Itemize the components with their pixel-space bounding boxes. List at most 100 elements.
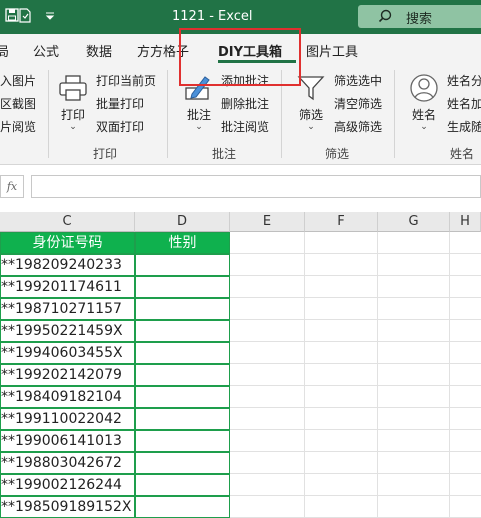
cell[interactable] xyxy=(230,408,305,430)
cell[interactable] xyxy=(230,254,305,276)
print-button[interactable]: 打印 ⌄ xyxy=(54,70,92,134)
cell-gender[interactable] xyxy=(135,496,230,518)
cell[interactable] xyxy=(450,430,481,452)
cell-gender[interactable] xyxy=(135,342,230,364)
cell-id-number[interactable]: **199002126244 xyxy=(0,474,135,496)
tab-data[interactable]: 数据 xyxy=(86,41,112,60)
cell-id-number[interactable]: **19950221459X xyxy=(0,320,135,342)
cell[interactable] xyxy=(450,276,481,298)
picture-view-button[interactable]: 片阅览 xyxy=(0,118,36,135)
cell[interactable] xyxy=(450,408,481,430)
print-current-page-button[interactable]: 打印当前页 xyxy=(96,72,156,89)
cell-id-number[interactable]: **198803042672 xyxy=(0,452,135,474)
cell-gender[interactable] xyxy=(135,364,230,386)
cell[interactable] xyxy=(450,364,481,386)
formula-input[interactable] xyxy=(31,175,481,198)
cell-id-number[interactable]: **198209240233 xyxy=(0,254,135,276)
tab-formulas[interactable]: 公式 xyxy=(33,41,59,60)
cell[interactable] xyxy=(378,496,450,518)
column-header-d[interactable]: D xyxy=(135,212,230,232)
cell[interactable] xyxy=(450,474,481,496)
region-screenshot-button[interactable]: 区截图 xyxy=(0,95,36,112)
cell[interactable] xyxy=(305,320,378,342)
cell-id-number[interactable]: **198710271157 xyxy=(0,298,135,320)
cell[interactable] xyxy=(450,298,481,320)
cell[interactable] xyxy=(230,452,305,474)
advanced-filter-button[interactable]: 高级筛选 xyxy=(334,118,382,135)
cell[interactable] xyxy=(378,386,450,408)
cell[interactable] xyxy=(230,276,305,298)
cell[interactable] xyxy=(378,430,450,452)
cell-id-number[interactable]: **199201174611 xyxy=(0,276,135,298)
cell[interactable] xyxy=(378,408,450,430)
cell-header-gender[interactable]: 性别 xyxy=(135,232,230,254)
cell[interactable] xyxy=(305,364,378,386)
batch-print-button[interactable]: 批量打印 xyxy=(96,95,144,112)
column-header-h[interactable]: H xyxy=(450,212,481,232)
column-header-e[interactable]: E xyxy=(230,212,305,232)
cell-gender[interactable] xyxy=(135,320,230,342)
file-icon[interactable] xyxy=(18,8,32,27)
cell[interactable] xyxy=(305,298,378,320)
search-box[interactable]: 搜索 xyxy=(358,5,481,28)
cell-gender[interactable] xyxy=(135,474,230,496)
cell[interactable] xyxy=(305,408,378,430)
cell-id-number[interactable]: **199006141013 xyxy=(0,430,135,452)
cell[interactable] xyxy=(305,254,378,276)
cell-id-number[interactable]: **199202142079 xyxy=(0,364,135,386)
name-split-button[interactable]: 姓名分 xyxy=(447,72,481,89)
cell[interactable] xyxy=(450,232,481,254)
cell[interactable] xyxy=(378,298,450,320)
generate-random-button[interactable]: 生成随 xyxy=(447,118,481,135)
cell-id-number[interactable]: **198509189152X xyxy=(0,496,135,518)
column-header-f[interactable]: F xyxy=(305,212,378,232)
cell[interactable] xyxy=(230,364,305,386)
cell[interactable] xyxy=(450,342,481,364)
cell[interactable] xyxy=(378,276,450,298)
cell-gender[interactable] xyxy=(135,408,230,430)
cell-gender[interactable] xyxy=(135,298,230,320)
cell[interactable] xyxy=(450,254,481,276)
cell[interactable] xyxy=(378,254,450,276)
cell[interactable] xyxy=(305,496,378,518)
delete-comment-button[interactable]: 删除批注 xyxy=(221,95,269,112)
cell[interactable] xyxy=(305,276,378,298)
cell-id-number[interactable]: **199110022042 xyxy=(0,408,135,430)
filter-selected-button[interactable]: 筛选选中 xyxy=(334,72,382,89)
tab-layout[interactable]: 局 xyxy=(0,41,9,60)
cell[interactable] xyxy=(230,430,305,452)
cell[interactable] xyxy=(378,474,450,496)
cell[interactable] xyxy=(230,298,305,320)
cell[interactable] xyxy=(230,474,305,496)
cell-gender[interactable] xyxy=(135,276,230,298)
cell[interactable] xyxy=(305,452,378,474)
cell[interactable] xyxy=(378,320,450,342)
fx-button[interactable]: fx xyxy=(0,175,24,198)
name-button[interactable]: 姓名 ⌄ xyxy=(405,70,443,134)
cell-gender[interactable] xyxy=(135,254,230,276)
comment-view-button[interactable]: 批注阅览 xyxy=(221,118,269,135)
cell[interactable] xyxy=(378,364,450,386)
cell[interactable] xyxy=(305,232,378,254)
duplex-print-button[interactable]: 双面打印 xyxy=(96,118,144,135)
cell[interactable] xyxy=(305,474,378,496)
insert-picture-button[interactable]: 入图片 xyxy=(0,72,36,89)
cell[interactable] xyxy=(305,430,378,452)
cell[interactable] xyxy=(450,452,481,474)
tab-picture-tools[interactable]: 图片工具 xyxy=(306,41,358,60)
cell[interactable] xyxy=(378,452,450,474)
cell-gender[interactable] xyxy=(135,430,230,452)
cell[interactable] xyxy=(450,320,481,342)
cell[interactable] xyxy=(378,342,450,364)
cell[interactable] xyxy=(230,342,305,364)
cell[interactable] xyxy=(230,232,305,254)
cell-gender[interactable] xyxy=(135,386,230,408)
cell[interactable] xyxy=(450,496,481,518)
cell[interactable] xyxy=(230,496,305,518)
cell-id-number[interactable]: **19940603455X xyxy=(0,342,135,364)
cell[interactable] xyxy=(230,386,305,408)
cell[interactable] xyxy=(305,386,378,408)
cell[interactable] xyxy=(450,386,481,408)
cell[interactable] xyxy=(378,232,450,254)
cell-header-id-number[interactable]: 身份证号码 xyxy=(0,232,135,254)
